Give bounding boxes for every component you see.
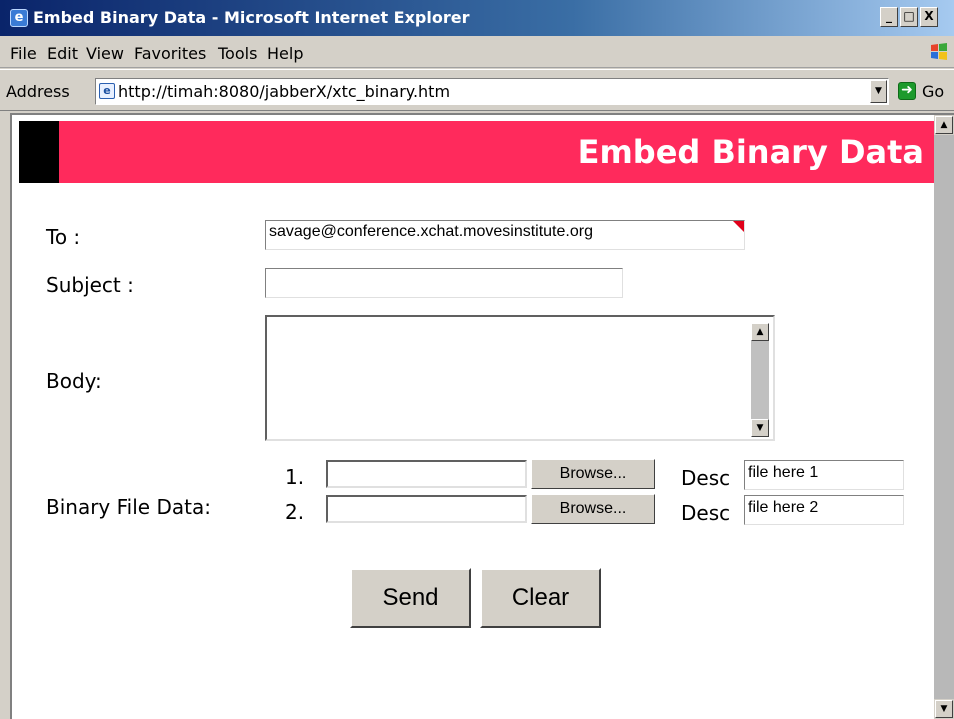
desc-label: Desc <box>681 466 731 490</box>
menu-tools[interactable]: Tools <box>218 44 257 63</box>
page-scrollbar[interactable]: ▲ ▼ <box>934 115 954 719</box>
desc-input-2[interactable]: file here 2 <box>744 495 904 525</box>
window-title: Embed Binary Data - Microsoft Internet E… <box>33 8 470 27</box>
body-scrollbar[interactable]: ▲ ▼ <box>751 323 769 437</box>
subject-input[interactable] <box>265 268 623 298</box>
page-banner: Embed Binary Data <box>19 121 934 183</box>
subject-label: Subject : <box>46 273 134 297</box>
desc-value: file here 1 <box>748 464 819 481</box>
title-bar: e Embed Binary Data - Microsoft Internet… <box>0 0 954 36</box>
scroll-down-icon[interactable]: ▼ <box>935 700 953 718</box>
banner-black-block <box>19 121 59 183</box>
address-dropdown-button[interactable]: ▼ <box>870 80 887 103</box>
page-icon: e <box>99 83 115 99</box>
close-button[interactable]: X <box>920 7 938 27</box>
scroll-up-icon[interactable]: ▲ <box>935 116 953 134</box>
desc-label: Desc <box>681 501 731 525</box>
menu-file[interactable]: File <box>10 44 37 63</box>
menu-help[interactable]: Help <box>267 44 303 63</box>
browse-button-1[interactable]: Browse... <box>531 459 655 489</box>
scrollbar-track[interactable] <box>934 135 954 699</box>
file-row-number: 2. <box>285 500 305 524</box>
clear-button[interactable]: Clear <box>480 568 601 628</box>
page-title: Embed Binary Data <box>577 133 924 171</box>
go-arrow-icon[interactable]: ➜ <box>898 82 916 100</box>
file-path-input[interactable] <box>326 460 527 488</box>
menu-edit[interactable]: Edit <box>47 44 78 63</box>
menu-view[interactable]: View <box>86 44 124 63</box>
file-row-number: 1. <box>285 465 305 489</box>
address-bar: Address e http://timah:8080/jabberX/xtc_… <box>0 69 954 111</box>
browse-button-2[interactable]: Browse... <box>531 494 655 524</box>
scroll-down-icon[interactable]: ▼ <box>751 419 769 437</box>
binary-file-label: Binary File Data: <box>46 495 211 519</box>
desc-value: file here 2 <box>748 499 819 516</box>
to-label: To : <box>46 225 81 249</box>
minimize-button[interactable]: _ <box>880 7 898 27</box>
to-value: savage@conference.xchat.movesinstitute.o… <box>269 223 593 240</box>
to-input[interactable]: savage@conference.xchat.movesinstitute.o… <box>265 220 745 250</box>
address-url: http://timah:8080/jabberX/xtc_binary.htm <box>118 82 451 101</box>
body-textarea[interactable]: ▲ ▼ <box>265 315 775 441</box>
desc-input-1[interactable]: file here 1 <box>744 460 904 490</box>
body-label: Body: <box>46 369 102 393</box>
address-input[interactable]: e http://timah:8080/jabberX/xtc_binary.h… <box>95 78 889 105</box>
scroll-up-icon[interactable]: ▲ <box>751 323 769 341</box>
validation-corner-marker <box>733 221 744 232</box>
ie-icon: e <box>10 9 28 27</box>
file-path-input[interactable] <box>326 495 527 523</box>
send-button[interactable]: Send <box>350 568 471 628</box>
maximize-button[interactable]: □ <box>900 7 918 27</box>
page-viewport: Embed Binary Data To : savage@conference… <box>10 113 954 719</box>
address-label: Address <box>6 82 70 101</box>
menu-bar: File Edit View Favorites Tools Help <box>0 36 954 68</box>
menu-favorites[interactable]: Favorites <box>134 44 206 63</box>
windows-flag-icon <box>931 43 947 60</box>
go-button[interactable]: Go <box>922 82 944 101</box>
